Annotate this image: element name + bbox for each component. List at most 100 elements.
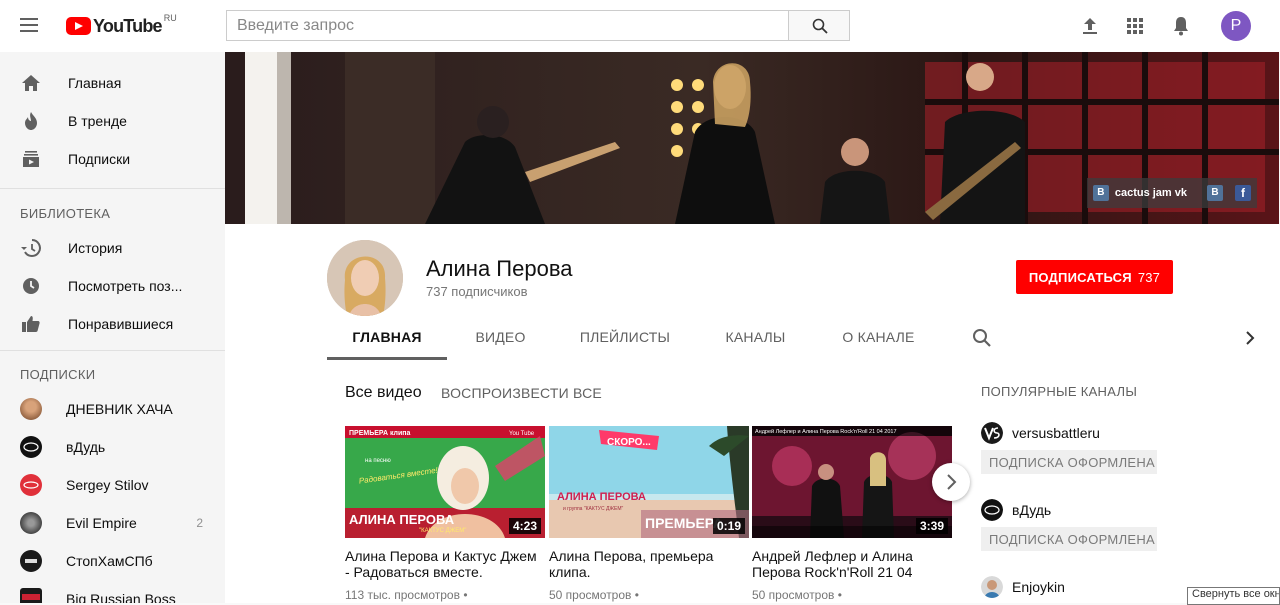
channel-avatar [20,474,42,496]
video-duration: 0:19 [712,518,745,534]
sidebar-item-label: Посмотреть поз... [68,278,183,294]
logo-region: RU [163,13,177,23]
clock-icon [23,278,39,294]
thumb-text: ПРЕМЬЕРА [645,515,723,531]
vk-icon[interactable]: B [1092,185,1109,201]
channel-avatar[interactable] [981,576,1003,598]
sidebar-sub-item[interactable]: Evil Empire 2 [0,504,225,542]
video-thumbnail[interactable]: СКОРО... АЛИНА ПЕРОВА и группа "КАКТУС Д… [549,426,749,538]
sidebar-sub-item[interactable]: СтопХамСПб [0,542,225,580]
sidebar-item-liked[interactable]: Понравившиеся [0,305,225,343]
sidebar-item-label: Big Russian Boss [66,591,176,603]
sidebar-item-label: История [68,240,123,256]
video-duration: 4:23 [508,518,541,534]
sidebar-item-label: В тренде [68,113,127,129]
home-icon [22,75,40,91]
search-icon [812,18,828,34]
sidebar-item-label: Подписки [68,151,131,167]
chevron-right-icon[interactable] [1243,329,1257,347]
carousel-next-button[interactable] [932,463,970,501]
banner-links: B cactus jam vk B f [1086,178,1257,208]
apps-icon[interactable] [1123,14,1147,38]
trending-icon [25,112,37,130]
bell-icon[interactable] [1169,14,1193,38]
video-meta: 50 просмотров • [549,588,639,602]
video-title[interactable]: Андрей Лефлер и Алина Перова Rock'n'Roll… [752,548,952,580]
account-avatar[interactable]: P [1221,11,1251,41]
facebook-icon[interactable]: f [1235,185,1251,201]
menu-icon[interactable] [20,16,42,34]
youtube-play-icon [66,17,91,35]
sidebar-divider [0,350,225,351]
vk-icon[interactable]: B [1207,185,1223,201]
video-title[interactable]: Алина Перова и Кактус Джем - Радоваться … [345,548,545,580]
subscribed-button[interactable]: ПОДПИСКА ОФОРМЛЕНА [981,527,1157,551]
search-icon[interactable] [972,328,992,348]
sidebar-sub-item[interactable]: Big Russian Boss [0,580,225,603]
sidebar-item-history[interactable]: История [0,229,225,267]
sidebar-item-count: 2 [196,516,203,530]
channel-avatar [20,550,42,572]
popular-channels-heading: ПОПУЛЯРНЫЕ КАНАЛЫ [981,384,1138,399]
thumb-text: "КАКТУС ДЖЕМ" [419,528,466,534]
popular-channel-name[interactable]: вДудь [1012,502,1051,518]
subscribed-button[interactable]: ПОДПИСКА ОФОРМЛЕНА [981,450,1157,474]
video-thumbnail[interactable]: ПРЕМЬЕРА клипа You Tube на песню Радоват… [345,426,545,538]
search-button[interactable] [788,10,850,41]
search-input[interactable] [226,10,789,41]
channel-banner: B cactus jam vk B f [225,52,1279,224]
tab-channels[interactable]: КАНАЛЫ [696,320,815,360]
sidebar-sub-item[interactable]: Sergey Stilov [0,466,225,504]
sidebar-item-trending[interactable]: В тренде [0,102,225,140]
video-card[interactable]: ПРЕМЬЕРА клипа You Tube на песню Радоват… [345,426,545,602]
banner-link-text[interactable]: cactus jam vk [1115,187,1187,199]
video-thumbnail[interactable]: Андрей Лефлер и Алина Перова Rock'n'Roll… [752,426,952,538]
subscribe-count: 737 [1137,269,1161,285]
sidebar-item-subscriptions[interactable]: Подписки [0,140,225,178]
sidebar-item-watch-later[interactable]: Посмотреть поз... [0,267,225,305]
library-heading: БИБЛИОТЕКА [20,206,111,221]
sidebar-item-label: Evil Empire [66,515,137,531]
subscriber-count: 737 подписчиков [426,284,528,299]
sidebar-sub-item[interactable]: вДудь [0,428,225,466]
channel-avatar[interactable] [981,499,1003,521]
popular-channel-name[interactable]: Enjoykin [1012,579,1065,595]
tab-videos[interactable]: ВИДЕО [447,320,554,360]
tab-home[interactable]: ГЛАВНАЯ [327,320,447,360]
sidebar-sub-item[interactable]: ДНЕВНИК ХАЧА [0,390,225,428]
thumb-text: You Tube [509,431,535,437]
tab-playlists[interactable]: ПЛЕЙЛИСТЫ [554,320,696,360]
video-duration: 3:39 [915,518,948,534]
thumb-text: ПРЕМЬЕРА клипа [349,430,411,437]
channel-name: Алина Перова [426,256,573,281]
tab-about[interactable]: О КАНАЛЕ [815,320,942,360]
subscriptions-heading: ПОДПИСКИ [20,367,96,382]
channel-avatar[interactable] [327,240,403,316]
video-title[interactable]: Алина Перова, премьера клипа. [549,548,749,580]
logo-word: YouTube [93,15,163,36]
sidebar-item-home[interactable]: Главная [0,64,225,102]
thumb-text: Андрей Лефлер и Алина Перова Rock'n'Roll… [755,428,897,435]
upload-icon[interactable] [1078,14,1102,38]
subscribe-button[interactable]: ПОДПИСАТЬСЯ 737 [1016,260,1173,294]
popular-channel-name[interactable]: versusbattleru [1012,425,1100,441]
sidebar-item-label: СтопХамСПб [66,553,153,569]
sidebar-item-label: Главная [68,75,122,91]
tooltip: Свернуть все окна [1187,587,1280,605]
subscriptions-icon [23,151,39,167]
channel-avatar [20,398,42,420]
channel-avatar [20,436,42,458]
thumb-text: АЛИНА ПЕРОВА [349,512,455,527]
channel-avatar[interactable] [981,422,1003,444]
thumbs-up-icon [22,316,40,332]
play-all-button[interactable]: ВОСПРОИЗВЕСТИ ВСЕ [441,385,602,401]
thumb-text: СКОРО... [607,437,651,448]
video-card[interactable]: СКОРО... АЛИНА ПЕРОВА и группа "КАКТУС Д… [549,426,749,602]
video-meta: 113 тыс. просмотров • [345,588,468,602]
thumb-text: на песню [365,458,391,464]
channel-avatar [20,512,42,534]
sidebar-divider [0,188,225,189]
history-icon [21,239,41,257]
youtube-logo[interactable]: YouTube RU [66,13,177,37]
video-card[interactable]: Андрей Лефлер и Алина Перова Rock'n'Roll… [752,426,952,602]
